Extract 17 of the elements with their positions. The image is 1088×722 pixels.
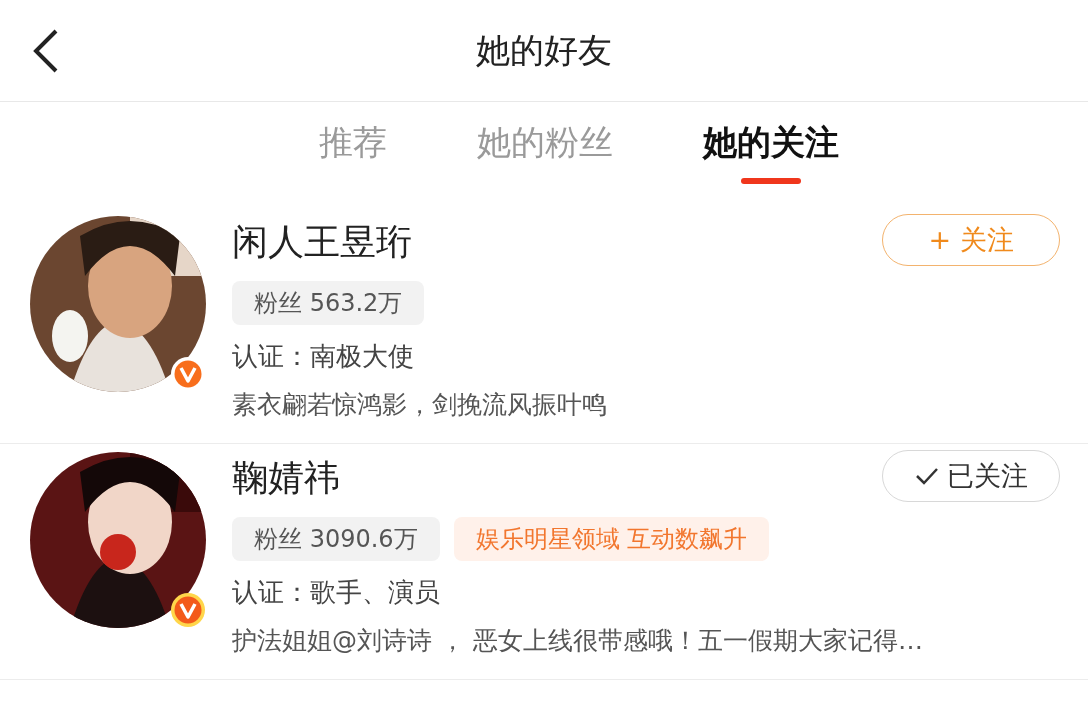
verification-text: 认证：歌手、演员 [232, 576, 441, 609]
fans-count: 粉丝 563.2万 [232, 281, 425, 325]
tab[interactable]: 推荐 [309, 102, 397, 202]
user-name: 闲人王昱珩 [232, 220, 412, 264]
tab[interactable]: 她的关注 [693, 102, 849, 202]
user-name: 鞠婧祎 [232, 456, 340, 500]
user-bio: 护法姐姐@刘诗诗 ， 恶女上线很带感哦！五一假期大家记得… [232, 625, 924, 657]
fans-count: 粉丝 3090.6万 [232, 517, 440, 561]
follow-button[interactable]: + 关注 [882, 214, 1060, 266]
verification-text: 认证：南极大使 [232, 340, 415, 373]
follow-button[interactable]: 已关注 [882, 450, 1060, 502]
tab[interactable]: 她的粉丝 [467, 102, 623, 202]
user-bio: 素衣翩若惊鸿影，剑挽流风振叶鸣 [232, 389, 608, 421]
trend-tag: 娱乐明星领域 互动数飙升 [453, 517, 770, 561]
check-icon [914, 466, 939, 486]
page-title: 她的好友 [475, 28, 613, 72]
back-icon [33, 28, 59, 73]
